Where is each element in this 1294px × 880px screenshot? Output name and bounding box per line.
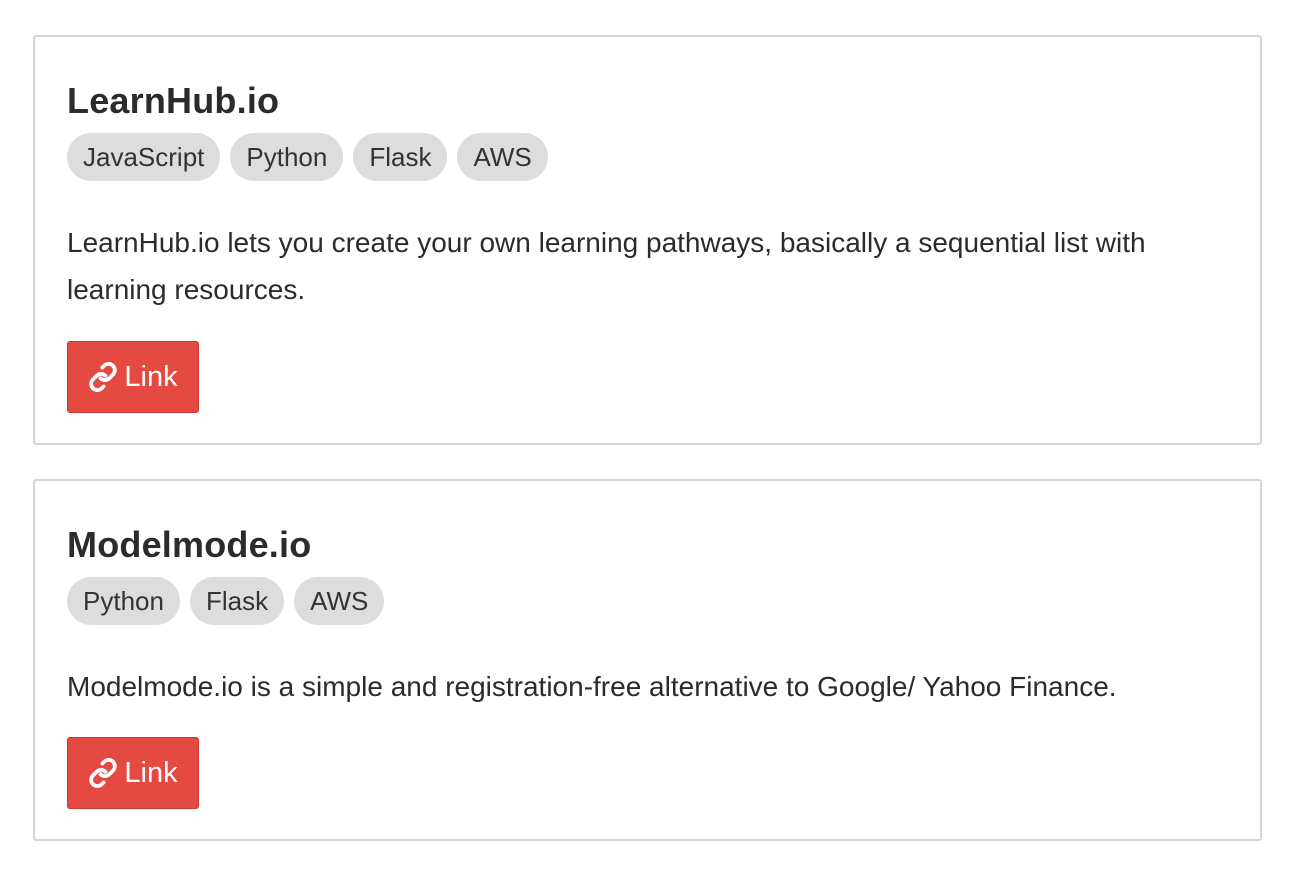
tag-list: Python Flask AWS	[67, 577, 385, 625]
link-button-label: Link	[124, 756, 178, 789]
tag: Python	[67, 577, 180, 625]
project-link-button[interactable]: Link	[67, 341, 199, 413]
projects-page: LearnHub.io JavaScript Python Flask AWS …	[0, 0, 1294, 880]
project-description: Modelmode.io is a simple and registratio…	[67, 671, 1117, 702]
link-chain-icon	[88, 362, 118, 392]
tag: Flask	[189, 577, 285, 625]
tag: JavaScript	[67, 133, 221, 181]
project-title: LearnHub.io	[67, 80, 280, 121]
project-description: LearnHub.io lets you create your own lea…	[67, 227, 1146, 305]
project-card: LearnHub.io JavaScript Python Flask AWS …	[33, 35, 1262, 445]
project-title: Modelmode.io	[67, 524, 312, 565]
tag: AWS	[294, 577, 385, 625]
link-button-label: Link	[124, 360, 178, 393]
project-link-button[interactable]: Link	[67, 737, 199, 809]
tag-list: JavaScript Python Flask AWS	[67, 133, 548, 181]
project-card: Modelmode.io Python Flask AWS Modelmode.…	[33, 479, 1262, 841]
tag: Flask	[353, 133, 448, 181]
link-chain-icon	[88, 758, 118, 788]
tag: Python	[230, 133, 344, 181]
tag: AWS	[457, 133, 548, 181]
